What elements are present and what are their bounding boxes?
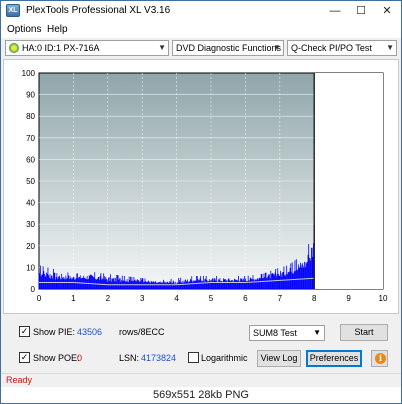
preferences-button[interactable]: Preferences	[306, 350, 362, 367]
x-tick-label: 0	[37, 294, 42, 303]
test-select-value: Q-Check PI/PO Test	[291, 43, 372, 53]
chevron-down-icon: ▼	[386, 43, 394, 52]
y-tick-label: 90	[26, 91, 35, 100]
x-tick-label: 4	[174, 294, 179, 303]
chart-panel: 0 10 20 30 40 50 60 70 80 90 100 0 1 2 3 4 5 6 7 8 9 10	[3, 59, 399, 314]
y-tick-label: 30	[26, 220, 35, 229]
show-pie-label: Show PIE:	[33, 327, 76, 337]
x-tick-label: 6	[243, 294, 248, 303]
logarithmic-label: Logarithmic	[201, 353, 248, 363]
y-tick-label: 0	[31, 285, 36, 294]
x-tick-label: 7	[278, 294, 283, 303]
start-button[interactable]: Start	[340, 324, 388, 341]
x-tick-label: 3	[140, 294, 145, 303]
controls-panel: ✓ Show PIE: 43506 rows/8ECC ✓ Show POE: …	[1, 317, 401, 373]
toolbar: HA:0 ID:1 PX-716A ▼ DVD Diagnostic Funct…	[1, 38, 401, 58]
poe-value: 0	[77, 353, 83, 363]
status-bar: Ready	[1, 373, 401, 387]
pie-value: 43506	[77, 327, 103, 337]
sum-test-select[interactable]: SUM8 Test ▼	[249, 325, 325, 341]
lsn-value: 4173824	[141, 353, 177, 363]
y-tick-label: 40	[26, 199, 35, 208]
status-text: Ready	[6, 375, 33, 385]
function-select-value: DVD Diagnostic Functions	[176, 43, 282, 53]
menu-help[interactable]: Help	[47, 24, 68, 35]
y-tick-label: 50	[26, 177, 35, 186]
menu-options[interactable]: Options	[7, 24, 41, 35]
x-tick-label: 9	[346, 294, 351, 303]
minimize-button[interactable]: —	[322, 1, 348, 21]
y-tick-label: 80	[26, 112, 35, 121]
test-select[interactable]: Q-Check PI/PO Test ▼	[287, 40, 397, 56]
maximize-button[interactable]: ☐	[348, 1, 374, 21]
close-button[interactable]: ✕	[374, 1, 400, 21]
info-icon: i	[375, 353, 386, 364]
plextools-app-icon: XL	[6, 4, 20, 17]
logarithmic-checkbox[interactable]	[188, 352, 199, 363]
y-tick-label: 10	[26, 263, 35, 272]
show-pie-checkbox[interactable]: ✓	[19, 326, 30, 337]
window-title: PlexTools Professional XL V3.16	[26, 5, 171, 16]
image-caption: 569x551 28kb PNG	[1, 387, 401, 403]
chevron-down-icon: ▼	[273, 43, 281, 52]
pi-po-chart: 0 10 20 30 40 50 60 70 80 90 100 0 1 2 3 4 5 6 7 8 9 10	[22, 69, 388, 303]
title-bar: XL PlexTools Professional XL V3.16 — ☐ ✕	[1, 1, 401, 21]
y-tick-label: 100	[22, 69, 36, 78]
chevron-down-icon: ▼	[313, 328, 321, 337]
lsn-label: LSN:	[119, 353, 140, 363]
x-tick-label: 8	[312, 294, 317, 303]
show-poe-label: Show POE:	[33, 353, 80, 363]
app-window: XL PlexTools Professional XL V3.16 — ☐ ✕…	[0, 0, 402, 404]
rows-label: rows/8ECC	[119, 327, 165, 337]
y-tick-label: 60	[26, 155, 35, 164]
x-tick-label: 5	[209, 294, 214, 303]
info-button[interactable]: i	[371, 350, 388, 367]
function-select[interactable]: DVD Diagnostic Functions ▼	[172, 40, 284, 56]
chevron-down-icon: ▼	[158, 43, 166, 52]
view-log-button[interactable]: View Log	[257, 350, 301, 367]
sum-test-value: SUM8 Test	[253, 328, 297, 338]
menu-bar: Options Help	[1, 21, 401, 38]
x-tick-label: 10	[379, 294, 388, 303]
drive-select-value: HA:0 ID:1 PX-716A	[22, 43, 100, 53]
drive-select[interactable]: HA:0 ID:1 PX-716A ▼	[5, 40, 169, 56]
y-tick-label: 20	[26, 242, 35, 251]
y-tick-label: 70	[26, 134, 35, 143]
x-tick-label: 2	[106, 294, 111, 303]
show-poe-checkbox[interactable]: ✓	[19, 352, 30, 363]
x-tick-label: 1	[71, 294, 76, 303]
drive-icon	[9, 43, 19, 53]
